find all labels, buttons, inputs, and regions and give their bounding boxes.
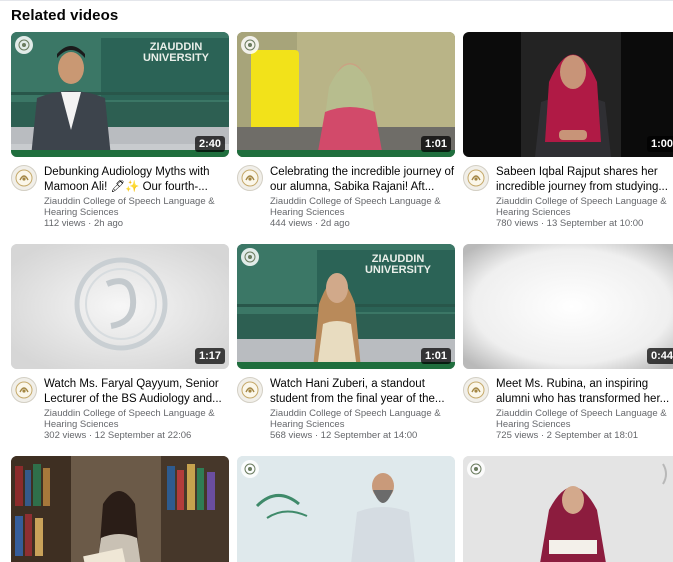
duration-badge: 0:44 xyxy=(646,348,673,364)
video-card[interactable]: 1:00 Sabeen Iqbal Rajput shares her incr… xyxy=(463,32,673,234)
channel-name[interactable]: Ziauddin College of Speech Language & He… xyxy=(496,196,673,218)
channel-logo-icon xyxy=(241,36,259,54)
thumbnail-banner: ZIAUDDIN UNIVERSITY xyxy=(364,253,431,276)
video-thumbnail[interactable] xyxy=(463,456,673,562)
related-videos-panel: Related videos ZIAUDDIN UNIVERSITY 2:40 … xyxy=(0,0,673,562)
duration-badge: 1:01 xyxy=(420,136,451,152)
thumbnail-image xyxy=(237,456,455,562)
channel-name[interactable]: Ziauddin College of Speech Language & He… xyxy=(496,408,673,430)
channel-avatar[interactable] xyxy=(11,165,37,191)
video-card[interactable]: 0:44 Meet Ms. Rubina, an inspiring alumn… xyxy=(463,244,673,446)
college-logo-icon xyxy=(467,381,485,399)
channel-name[interactable]: Ziauddin College of Speech Language & He… xyxy=(44,196,229,218)
video-thumbnail[interactable] xyxy=(11,456,229,562)
video-stats: 568 views · 12 September at 14:00 xyxy=(270,430,418,441)
channel-avatar[interactable] xyxy=(463,165,489,191)
duration-badge: 1:17 xyxy=(194,348,225,364)
video-thumbnail[interactable]: ZIAUDDIN UNIVERSITY 1:01 xyxy=(237,244,455,369)
channel-avatar[interactable] xyxy=(11,377,37,403)
video-card[interactable]: 1:01 Celebrating the incredible journey … xyxy=(237,32,455,234)
thumbnail-image xyxy=(11,456,229,562)
divider xyxy=(0,0,673,1)
video-title[interactable]: Meet Ms. Rubina, an inspiring alumni who… xyxy=(496,377,673,407)
video-stats: 302 views · 12 September at 22:06 xyxy=(44,430,192,441)
video-title[interactable]: Watch Hani Zuberi, a standout student fr… xyxy=(270,377,455,407)
channel-logo-icon xyxy=(467,460,485,478)
channel-logo-icon xyxy=(15,36,33,54)
video-title[interactable]: Watch Ms. Faryal Qayyum, Senior Lecturer… xyxy=(44,377,229,407)
channel-name[interactable]: Ziauddin College of Speech Language & He… xyxy=(270,408,455,430)
channel-logo-icon xyxy=(241,248,259,266)
video-card[interactable]: ZIAUDDIN UNIVERSITY 1:01 Watch Hani Zube… xyxy=(237,244,455,446)
video-card[interactable] xyxy=(11,456,229,562)
duration-badge: 1:01 xyxy=(420,348,451,364)
college-logo-icon xyxy=(241,381,259,399)
college-logo-icon xyxy=(467,169,485,187)
thumbnail-image xyxy=(463,32,673,157)
thumbnail-image xyxy=(463,456,673,562)
video-card[interactable]: ZIAUDDIN UNIVERSITY 2:40 Debunking Audio… xyxy=(11,32,229,234)
video-card[interactable]: 1:17 Watch Ms. Faryal Qayyum, Senior Lec… xyxy=(11,244,229,446)
channel-name[interactable]: Ziauddin College of Speech Language & He… xyxy=(270,196,455,218)
video-thumbnail[interactable]: 1:00 xyxy=(463,32,673,157)
college-logo-icon xyxy=(15,381,33,399)
video-stats: 780 views · 13 September at 10:00 xyxy=(496,218,644,229)
video-thumbnail[interactable]: 1:01 xyxy=(237,32,455,157)
channel-avatar[interactable] xyxy=(463,377,489,403)
channel-name[interactable]: Ziauddin College of Speech Language & He… xyxy=(44,408,229,430)
video-thumbnail[interactable] xyxy=(237,456,455,562)
video-title[interactable]: Celebrating the incredible journey of ou… xyxy=(270,165,455,195)
video-stats: 444 views · 2d ago xyxy=(270,218,350,229)
video-title[interactable]: Sabeen Iqbal Rajput shares her incredibl… xyxy=(496,165,673,195)
video-card[interactable] xyxy=(463,456,673,562)
video-stats: 725 views · 2 September at 18:01 xyxy=(496,430,639,441)
channel-avatar[interactable] xyxy=(237,165,263,191)
thumbnail-image xyxy=(463,244,673,369)
video-thumbnail[interactable]: 1:17 xyxy=(11,244,229,369)
channel-avatar[interactable] xyxy=(237,377,263,403)
video-title[interactable]: Debunking Audiology Myths with Mamoon Al… xyxy=(44,165,229,195)
college-logo-icon xyxy=(241,169,259,187)
video-grid: ZIAUDDIN UNIVERSITY 2:40 Debunking Audio… xyxy=(11,32,673,562)
channel-logo-icon xyxy=(241,460,259,478)
section-title: Related videos xyxy=(11,7,119,24)
college-logo-icon xyxy=(15,169,33,187)
video-thumbnail[interactable]: 0:44 xyxy=(463,244,673,369)
thumbnail-banner: ZIAUDDIN UNIVERSITY xyxy=(142,41,209,64)
video-card[interactable] xyxy=(237,456,455,562)
video-stats: 112 views · 2h ago xyxy=(44,218,124,229)
video-thumbnail[interactable]: ZIAUDDIN UNIVERSITY 2:40 xyxy=(11,32,229,157)
duration-badge: 1:00 xyxy=(646,136,673,152)
duration-badge: 2:40 xyxy=(194,136,225,152)
